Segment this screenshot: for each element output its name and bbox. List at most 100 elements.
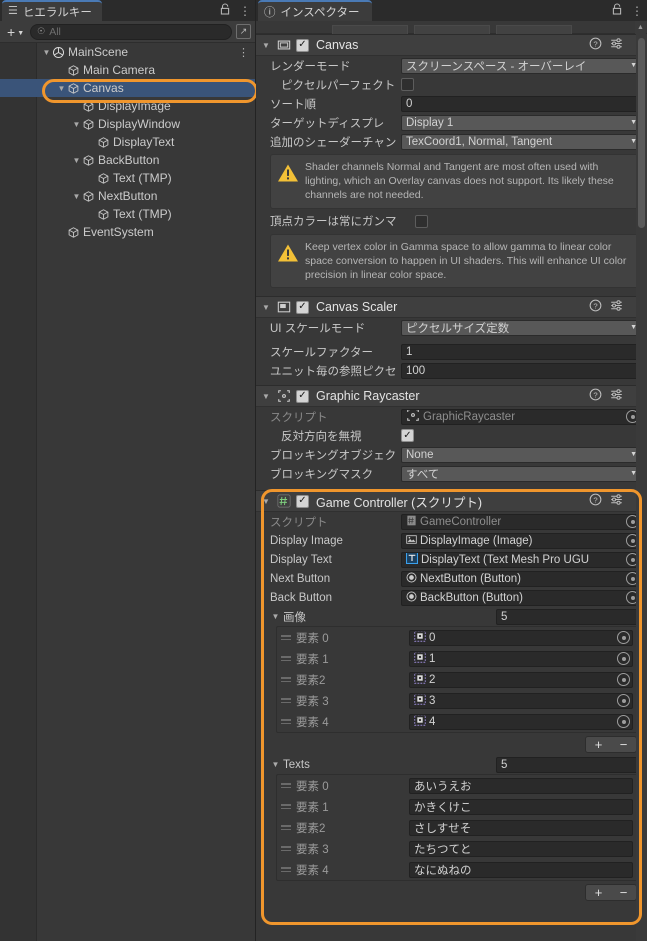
preset-icon[interactable] — [610, 388, 623, 404]
input-sort-order[interactable]: 0 — [401, 95, 642, 112]
kebab-menu-icon[interactable]: ⋮ — [239, 5, 251, 17]
dropdown-render-mode[interactable]: スクリーンスペース - オーバーレイ ▼ — [401, 57, 642, 74]
drag-handle-icon[interactable] — [280, 825, 292, 831]
kebab-menu-icon[interactable]: ⋮ — [631, 5, 643, 17]
foldout-arrow-icon[interactable]: ▼ — [71, 156, 82, 165]
component-enabled-checkbox[interactable]: ✓ — [296, 38, 309, 52]
hierarchy-item-displaywindow[interactable]: ▼ DisplayWindow — [0, 115, 255, 133]
foldout-arrow-icon[interactable]: ▼ — [270, 612, 281, 621]
drag-handle-icon[interactable] — [280, 783, 292, 789]
object-field-game-controller-script[interactable]: GameController — [401, 513, 642, 530]
component-enabled-checkbox[interactable]: ✓ — [296, 494, 309, 508]
hierarchy-item-displaytext[interactable]: DisplayText — [0, 133, 255, 151]
object-picker-icon[interactable] — [617, 694, 630, 708]
component-header-canvas[interactable]: ▼ ✓ Canvas ?⋮ — [256, 34, 647, 56]
hierarchy-item-mainscene[interactable]: ▼ MainScene ⋮ — [0, 43, 255, 61]
drag-handle-icon[interactable] — [280, 656, 292, 662]
hierarchy-item-eventsystem[interactable]: EventSystem — [0, 223, 255, 241]
array-element-text-input[interactable]: さしすせそ — [409, 819, 633, 836]
array-element-object-field[interactable]: 1 — [409, 650, 633, 667]
checkbox-ignore-reversed-graphics[interactable]: ✓ — [401, 429, 414, 443]
kebab-menu-icon[interactable]: ⋮ — [238, 46, 249, 59]
array-element-object-field[interactable]: 0 — [409, 629, 633, 646]
lock-icon[interactable] — [612, 3, 623, 18]
array-element-text-input[interactable]: あいうえお — [409, 777, 633, 794]
inspector-scrollbar[interactable] — [636, 34, 647, 941]
array-element-object-field[interactable]: 3 — [409, 692, 633, 709]
checkbox-vertex-color[interactable] — [415, 214, 428, 228]
component-header-game-controller[interactable]: ▼ ✓ Game Controller (スクリプト) ?⋮ — [256, 490, 647, 513]
object-picker-icon[interactable] — [617, 631, 630, 645]
foldout-arrow-icon[interactable]: ▼ — [41, 48, 52, 57]
drag-handle-icon[interactable] — [280, 677, 292, 683]
array-element-text-input[interactable]: かきくけこ — [409, 798, 633, 815]
object-field-gc-field-display-text[interactable]: DisplayText (Text Mesh Pro UGU — [401, 551, 642, 568]
preset-icon[interactable] — [610, 493, 623, 509]
input-scale-factor[interactable]: 1 — [401, 343, 642, 360]
preset-icon[interactable] — [610, 37, 623, 53]
dropdown-blocking-objects[interactable]: None ▼ — [401, 446, 642, 463]
object-picker-icon[interactable] — [617, 652, 630, 666]
drag-handle-icon[interactable] — [280, 719, 292, 725]
component-enabled-checkbox[interactable]: ✓ — [296, 389, 309, 403]
array-element-object-field[interactable]: 4 — [409, 713, 633, 730]
array-size-input-images[interactable]: 5 — [496, 608, 642, 625]
dropdown-ui-scale-mode[interactable]: ピクセルサイズ定数 ▼ — [401, 319, 642, 336]
foldout-arrow-icon[interactable]: ▼ — [56, 84, 67, 93]
hierarchy-item-text-tmp[interactable]: Text (TMP) — [0, 205, 255, 223]
object-field-gc-field-next-button[interactable]: NextButton (Button) — [401, 570, 642, 587]
object-field-gc-field-display-image[interactable]: DisplayImage (Image) — [401, 532, 642, 549]
array-remove-button[interactable]: − — [611, 886, 636, 899]
drag-handle-icon[interactable] — [280, 635, 292, 641]
lock-icon[interactable] — [220, 3, 231, 18]
object-picker-icon[interactable] — [617, 715, 630, 729]
dropdown-additional-shader-channels[interactable]: TexCoord1, Normal, Tangent ▼ — [401, 133, 642, 150]
foldout-arrow-icon[interactable]: ▼ — [270, 760, 281, 769]
drag-handle-icon[interactable] — [280, 698, 292, 704]
array-size-input-texts[interactable]: 5 — [496, 756, 642, 773]
component-header-canvas-scaler[interactable]: ▼ ✓ Canvas Scaler ?⋮ — [256, 296, 647, 319]
hierarchy-item-backbutton[interactable]: ▼ BackButton — [0, 151, 255, 169]
drag-handle-icon[interactable] — [280, 846, 292, 852]
array-remove-button[interactable]: − — [611, 738, 636, 751]
array-element-text-input[interactable]: たちつてと — [409, 840, 633, 857]
foldout-arrow-icon[interactable]: ▼ — [261, 41, 271, 50]
array-header-texts[interactable]: ▼ Texts 5 — [256, 755, 647, 774]
array-element-text-input[interactable]: なにぬねの — [409, 861, 633, 878]
object-field-raycaster-script[interactable]: GraphicRaycaster — [401, 408, 642, 425]
checkbox-pixel-perfect[interactable] — [401, 78, 414, 91]
tab-hierarchy[interactable]: ☰ ヒエラルキー — [2, 0, 102, 21]
hierarchy-item-displayimage[interactable]: DisplayImage — [0, 97, 255, 115]
array-add-button[interactable]: + — [586, 886, 611, 899]
foldout-arrow-icon[interactable]: ▼ — [71, 120, 82, 129]
tab-inspector[interactable]: ⓘ インスペクター — [258, 0, 372, 21]
object-picker-icon[interactable] — [617, 673, 630, 687]
hierarchy-item-main-camera[interactable]: Main Camera — [0, 61, 255, 79]
search-input[interactable]: ☉ All — [30, 23, 232, 40]
help-icon[interactable]: ? — [589, 37, 602, 53]
hierarchy-item-nextbutton[interactable]: ▼ NextButton — [0, 187, 255, 205]
scrollbar-thumb[interactable] — [638, 38, 645, 228]
array-header-images[interactable]: ▼ 画像 5 — [256, 607, 647, 626]
help-icon[interactable]: ? — [589, 388, 602, 404]
hierarchy-item-canvas[interactable]: ▼ Canvas — [0, 79, 255, 97]
array-element-object-field[interactable]: 2 — [409, 671, 633, 688]
foldout-arrow-icon[interactable]: ▼ — [261, 392, 271, 401]
search-filter-icon[interactable]: ↗ — [236, 24, 251, 39]
component-enabled-checkbox[interactable]: ✓ — [296, 300, 309, 314]
foldout-arrow-icon[interactable]: ▼ — [71, 192, 82, 201]
dropdown-blocking-mask[interactable]: すべて ▼ — [401, 465, 642, 482]
input-reference-pixels-per-unit[interactable]: 100 — [401, 362, 642, 379]
drag-handle-icon[interactable] — [280, 867, 292, 873]
dropdown-target-display[interactable]: Display 1 ▼ — [401, 114, 642, 131]
preset-icon[interactable] — [610, 299, 623, 315]
help-icon[interactable]: ? — [589, 299, 602, 315]
help-icon[interactable]: ? — [589, 493, 602, 509]
foldout-arrow-icon[interactable]: ▼ — [261, 303, 271, 312]
scroll-up-arrow[interactable]: ▲ — [635, 21, 646, 34]
object-field-gc-field-back-button[interactable]: BackButton (Button) — [401, 589, 642, 606]
array-add-button[interactable]: + — [586, 738, 611, 751]
drag-handle-icon[interactable] — [280, 804, 292, 810]
add-gameobject-button[interactable]: + ▼ — [5, 25, 26, 39]
foldout-arrow-icon[interactable]: ▼ — [261, 497, 271, 506]
